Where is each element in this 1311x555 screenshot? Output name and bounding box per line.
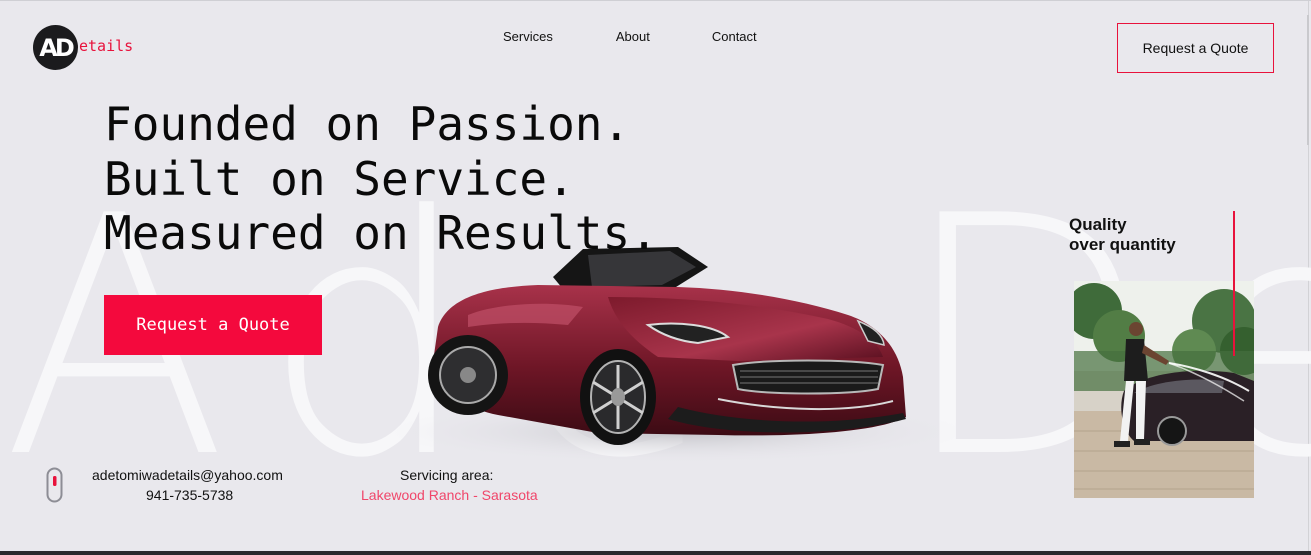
phone-icon bbox=[46, 467, 63, 503]
accent-divider bbox=[1233, 211, 1235, 356]
next-section-edge bbox=[0, 551, 1311, 555]
car-image bbox=[388, 247, 958, 464]
contact-email[interactable]: adetomiwadetails@yahoo.com bbox=[92, 467, 283, 483]
scrollbar-thumb[interactable] bbox=[1307, 15, 1309, 145]
service-area-value: Lakewood Ranch - Sarasota bbox=[361, 487, 538, 503]
header-quote-button[interactable]: Request a Quote bbox=[1117, 23, 1274, 73]
page: Ade De AD etails Services About Contact … bbox=[0, 0, 1311, 555]
contact-phone[interactable]: 941-735-5738 bbox=[146, 487, 233, 503]
logo-text: etails bbox=[79, 36, 134, 55]
quality-line-2: over quantity bbox=[1069, 235, 1176, 254]
car-wash-photo bbox=[1074, 281, 1254, 498]
hero-quote-button[interactable]: Request a Quote bbox=[104, 295, 322, 355]
logo[interactable]: AD etails bbox=[33, 25, 133, 70]
headline-line-3: Measured on Results. bbox=[104, 206, 658, 260]
headline-line-1: Founded on Passion. bbox=[104, 97, 631, 151]
hero-headline: Founded on Passion. Built on Service. Me… bbox=[104, 97, 658, 261]
logo-badge: AD bbox=[33, 25, 78, 70]
service-area-label: Servicing area: bbox=[400, 467, 494, 483]
nav-services[interactable]: Services bbox=[503, 29, 553, 44]
nav-about[interactable]: About bbox=[616, 29, 650, 44]
quality-tagline: Quality over quantity bbox=[1069, 215, 1176, 255]
quality-line-1: Quality bbox=[1069, 215, 1127, 234]
main-nav: Services About Contact bbox=[503, 29, 757, 44]
nav-contact[interactable]: Contact bbox=[712, 29, 757, 44]
headline-line-2: Built on Service. bbox=[104, 151, 575, 206]
